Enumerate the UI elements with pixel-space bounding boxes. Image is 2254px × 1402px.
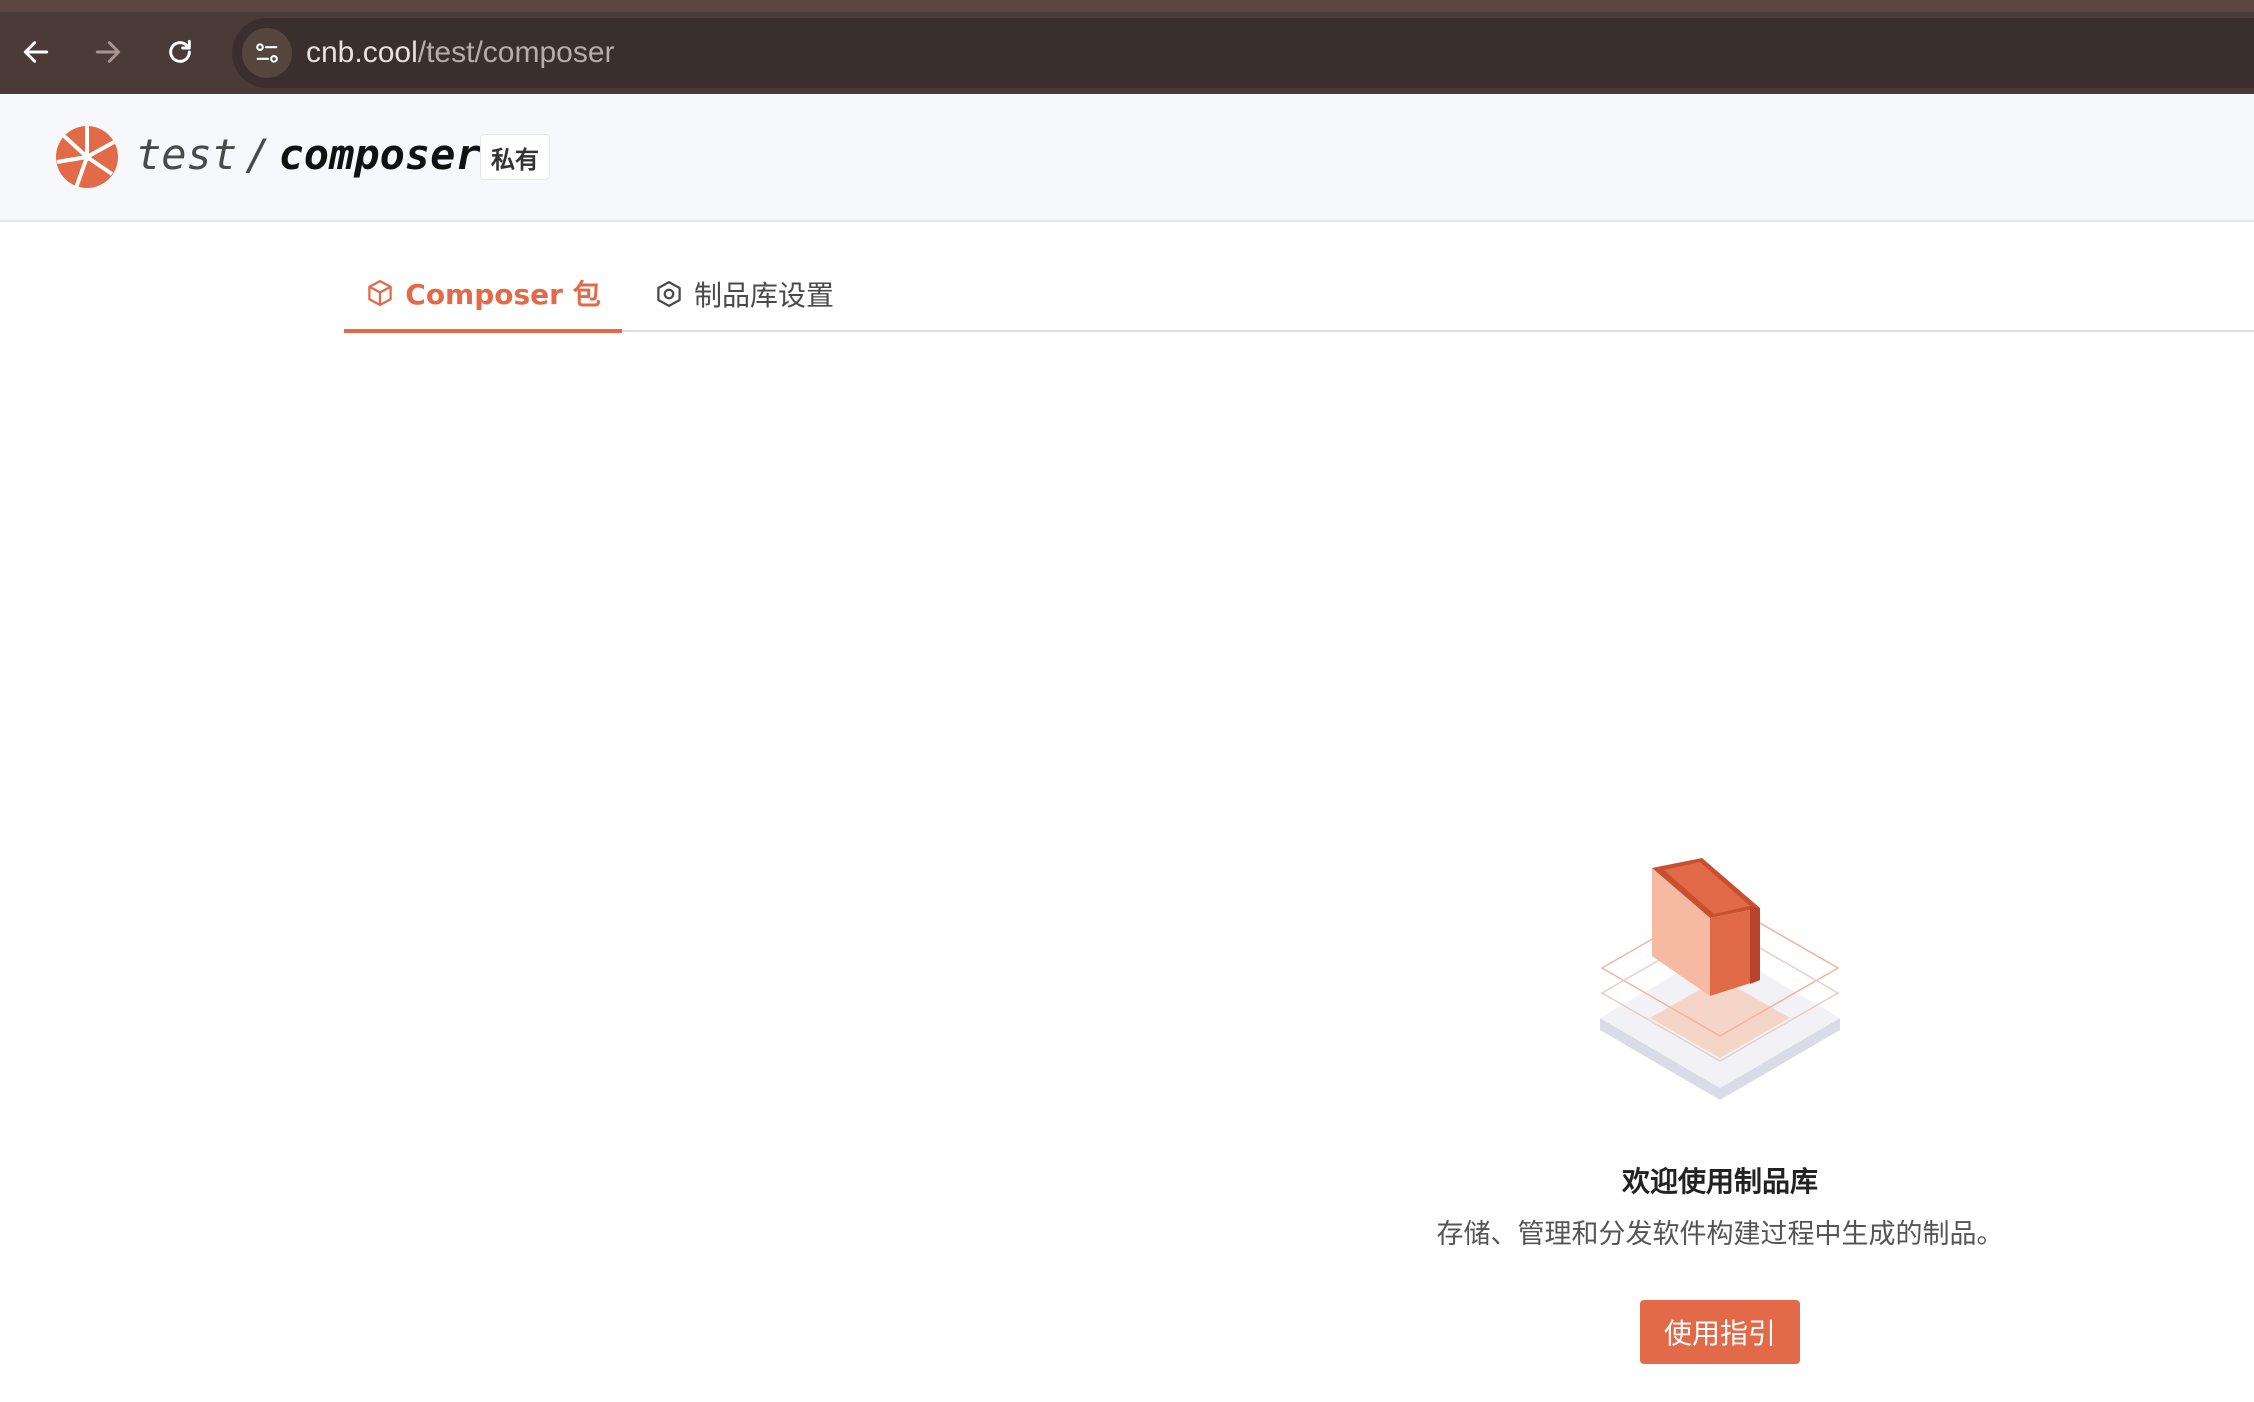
forward-button[interactable]: [78, 22, 138, 82]
site-info-button[interactable]: [242, 28, 292, 78]
back-button[interactable]: [6, 22, 66, 82]
reload-icon: [169, 39, 191, 63]
usage-guide-button[interactable]: 使用指引: [1640, 1300, 1800, 1364]
url-host: cnb.cool: [306, 36, 418, 69]
url-path: /test/composer: [417, 36, 615, 69]
empty-state-title: 欢迎使用制品库: [1621, 1165, 1818, 1198]
repo-owner-link[interactable]: test: [136, 130, 237, 179]
arrow-left-icon: [23, 41, 49, 63]
tab-label: Composer 包: [405, 277, 601, 311]
repo-name-link[interactable]: composer: [278, 130, 480, 179]
url-text[interactable]: cnb.cool/test/composer: [306, 36, 615, 70]
tab-label: 制品库设置: [694, 279, 835, 312]
repo-header: test / composer 私有: [0, 94, 2254, 222]
repo-title: test / composer: [136, 130, 481, 179]
arrow-right-icon: [95, 41, 121, 63]
cnb-logo-icon[interactable]: [54, 124, 120, 190]
tab-composer-packages[interactable]: Composer 包: [344, 256, 622, 333]
visibility-badge: 私有: [480, 134, 550, 180]
empty-state-description: 存储、管理和分发软件构建过程中生成的制品。: [1436, 1219, 2004, 1250]
reload-button[interactable]: [150, 22, 210, 82]
address-bar[interactable]: cnb.cool/test/composer: [232, 18, 2254, 88]
empty-box-illustration: [1600, 858, 1840, 1100]
package-icon: [368, 279, 393, 306]
settings-hex-icon: [657, 281, 681, 307]
artifact-tabs: Composer 包 制品库设置: [344, 256, 2254, 333]
browser-toolbar: cnb.cool/test/composer: [0, 0, 2254, 94]
repo-separator: /: [245, 130, 271, 179]
tab-registry-settings[interactable]: 制品库设置: [654, 256, 834, 332]
tune-icon: [256, 43, 278, 63]
